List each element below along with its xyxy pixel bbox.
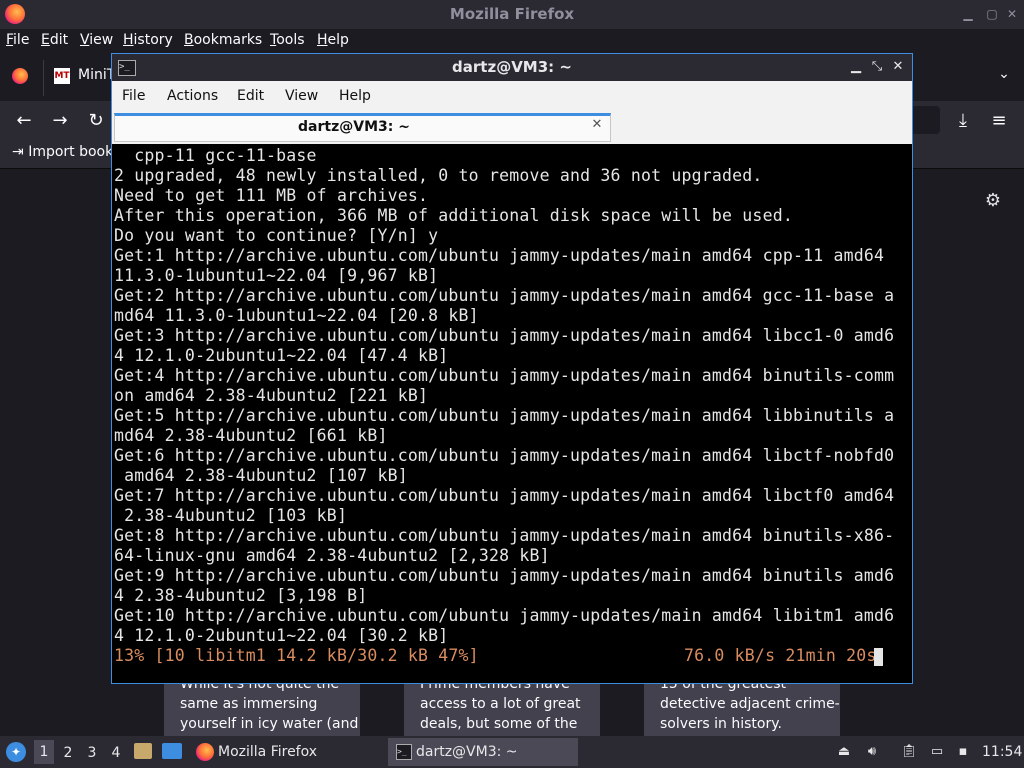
terminal-line: Get:8 http://archive.ubuntu.com/ubuntu j… — [114, 526, 895, 545]
terminal-line: amd64 2.38-4ubuntu2 [107 kB] — [114, 466, 408, 485]
terminal-line: Get:3 http://archive.ubuntu.com/ubuntu j… — [114, 326, 895, 345]
show-desktop-icon[interactable] — [162, 743, 182, 759]
workspace-1[interactable]: 1 — [34, 740, 54, 764]
terminal-line: Get:7 http://archive.ubuntu.com/ubuntu j… — [114, 486, 895, 505]
terminal-minimize-icon[interactable]: ▁ — [848, 58, 864, 76]
terminal-line: Do you want to continue? [Y/n] y — [114, 226, 439, 245]
terminal-window-title: dartz@VM3: ~ — [452, 58, 572, 76]
terminal-line: 2 upgraded, 48 newly installed, 0 to rem… — [114, 166, 763, 185]
minimize-icon[interactable]: ▁ — [960, 6, 976, 22]
menu-help[interactable]: Help — [317, 32, 349, 48]
terminal-line: Get:4 http://archive.ubuntu.com/ubuntu j… — [114, 366, 895, 385]
terminal-line: Need to get 111 MB of archives. — [114, 186, 429, 205]
workspace-4[interactable]: 4 — [107, 744, 125, 762]
forward-icon[interactable]: → — [49, 110, 71, 132]
volume-icon[interactable]: 🔊︎ — [863, 743, 881, 761]
story-card[interactable]: While it's not quite the same as immersi… — [164, 680, 360, 736]
clock: 11:54 — [982, 744, 1023, 760]
story-card-text: 15 of the greatest detective adjacent cr… — [660, 680, 840, 732]
terminal-menu-view[interactable]: View — [285, 88, 318, 104]
workspace-2[interactable]: 2 — [59, 744, 77, 762]
firefox-icon — [196, 743, 214, 761]
terminal-line: 64-linux-gnu amd64 2.38-4ubuntu2 [2,328 … — [114, 546, 550, 565]
story-card[interactable]: Prime members have access to a lot of gr… — [404, 680, 600, 736]
close-icon[interactable]: ✕ — [1004, 6, 1020, 22]
app-menu-icon[interactable]: ≡ — [988, 110, 1010, 132]
back-icon[interactable]: ← — [13, 110, 35, 132]
gear-icon[interactable]: ⚙ — [982, 190, 1004, 212]
tab-separator — [43, 60, 44, 96]
import-icon: ⇥ — [12, 144, 29, 160]
terminal-menubar — [112, 81, 912, 111]
tab-favicon-icon: MT — [54, 68, 70, 84]
terminal-cursor — [874, 648, 883, 666]
story-card[interactable]: 15 of the greatest detective adjacent cr… — [644, 680, 840, 736]
notification-icon[interactable]: ▪ — [954, 743, 972, 761]
tab-close-icon[interactable]: ✕ — [590, 117, 604, 133]
terminal-maximize-icon[interactable]: ⤡ — [869, 58, 885, 76]
browser-tab[interactable]: MiniT — [78, 67, 115, 83]
taskbar-terminal-label: dartz@VM3: ~ — [416, 744, 518, 760]
menu-bookmarks[interactable]: Bookmarks — [184, 32, 262, 48]
menu-edit[interactable]: Edit — [41, 32, 68, 48]
terminal-line: cpp-11 gcc-11-base — [114, 146, 317, 165]
terminal-line: Get:9 http://archive.ubuntu.com/ubuntu j… — [114, 566, 895, 585]
firefox-window-title: Mozilla Firefox — [449, 5, 575, 23]
url-bar[interactable] — [912, 106, 940, 134]
terminal-menu-file[interactable]: File — [122, 88, 145, 104]
terminal-close-icon[interactable]: ✕ — [890, 58, 906, 76]
apt-download-rate: 76.0 kB/s 21min 20s — [684, 646, 877, 665]
terminal-tab-label: dartz@VM3: ~ — [298, 119, 410, 135]
import-bookmarks-button[interactable]: ⇥ Import book — [12, 144, 113, 160]
terminal-line: 2.38-4ubuntu2 [103 kB] — [114, 506, 348, 525]
apt-progress-status: 13% [10 libitm1 14.2 kB/30.2 kB 47%] — [114, 646, 479, 665]
terminal-line: Get:1 http://archive.ubuntu.com/ubuntu j… — [114, 246, 885, 265]
terminal-line: md64 11.3.0-1ubuntu1~22.04 [20.8 kB] — [114, 306, 479, 325]
terminal-line: 4 12.1.0-2ubuntu1~22.04 [30.2 kB] — [114, 626, 449, 645]
story-card-text: While it's not quite the same as immersi… — [180, 680, 359, 732]
reload-icon[interactable]: ↻ — [85, 110, 107, 132]
start-menu-icon[interactable]: ✦ — [6, 742, 26, 762]
terminal-line: After this operation, 366 MB of addition… — [114, 206, 793, 225]
story-card-text: Prime members have access to a lot of gr… — [420, 680, 581, 732]
terminal-line: Get:10 http://archive.ubuntu.com/ubuntu … — [114, 606, 895, 625]
terminal-line: on amd64 2.38-4ubuntu2 [221 kB] — [114, 386, 429, 405]
eject-icon[interactable]: ⏏ — [835, 743, 853, 761]
terminal-menu-edit[interactable]: Edit — [237, 88, 264, 104]
terminal-icon: >_ — [396, 744, 412, 760]
terminal-line: 11.3.0-1ubuntu1~22.04 [9,967 kB] — [114, 266, 439, 285]
clipboard-icon[interactable]: 📋︎ — [900, 743, 918, 761]
workspace-3[interactable]: 3 — [83, 744, 101, 762]
terminal-line: Get:6 http://archive.ubuntu.com/ubuntu j… — [114, 446, 895, 465]
firefox-view-icon[interactable] — [12, 68, 28, 84]
maximize-icon[interactable]: ▢ — [984, 6, 1000, 22]
terminal-line: md64 2.38-4ubuntu2 [661 kB] — [114, 426, 388, 445]
terminal-menu-actions[interactable]: Actions — [167, 88, 218, 104]
downloads-icon[interactable]: ⤓ — [952, 110, 974, 132]
list-all-tabs-icon[interactable]: ⌄ — [994, 66, 1014, 86]
file-manager-icon[interactable] — [134, 743, 152, 759]
network-icon[interactable]: ▭ — [928, 743, 946, 761]
terminal-menu-help[interactable]: Help — [339, 88, 371, 104]
menu-tools[interactable]: Tools — [270, 32, 305, 48]
taskbar-firefox-label: Mozilla Firefox — [218, 744, 318, 760]
terminal-line: 4 2.38-4ubuntu2 [3,198 B] — [114, 586, 368, 605]
menu-history[interactable]: History — [123, 32, 173, 48]
terminal-lines: cpp-11 gcc-11-base 2 upgraded, 48 newly i… — [114, 146, 894, 646]
menu-view[interactable]: View — [80, 32, 113, 48]
terminal-line: Get:5 http://archive.ubuntu.com/ubuntu j… — [114, 406, 895, 425]
terminal-output[interactable]: cpp-11 gcc-11-base 2 upgraded, 48 newly i… — [112, 146, 911, 680]
menu-file[interactable]: File — [6, 32, 29, 48]
terminal-line: Get:2 http://archive.ubuntu.com/ubuntu j… — [114, 286, 895, 305]
terminal-line: 4 12.1.0-2ubuntu1~22.04 [47.4 kB] — [114, 346, 449, 365]
